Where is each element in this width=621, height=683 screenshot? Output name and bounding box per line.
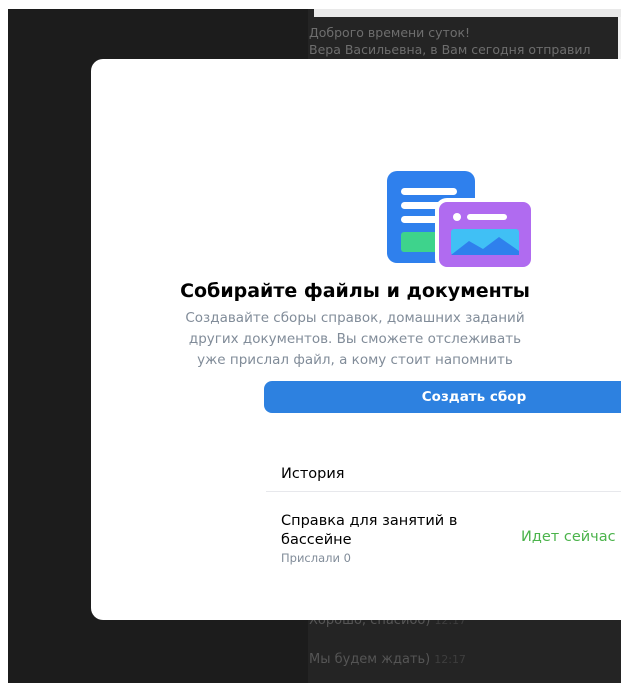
modal-title: Собирайте файлы и документы <box>180 280 530 302</box>
modal-description-line: других документов. Вы сможете отслеживат… <box>188 331 522 347</box>
documents-illustration-icon <box>387 171 537 271</box>
collect-files-modal: Собирайте файлы и документы Создавайте с… <box>91 59 621 620</box>
history-section-title: История <box>281 466 345 482</box>
chat-message: Мы будем ждать) 12:17 <box>309 652 466 667</box>
chat-message-text: Мы будем ждать) <box>309 652 431 667</box>
history-divider <box>266 491 621 492</box>
chat-message-line: Вера Васильевна, в Вам сегодня отправил <box>309 42 591 57</box>
history-item-subtitle: Прислали 0 <box>281 551 351 565</box>
history-item-title: Справка для занятий в бассейне <box>281 513 458 548</box>
modal-description-line: Создавайте сборы справок, домашних задан… <box>185 310 525 326</box>
modal-description: Создавайте сборы справок, домашних задан… <box>91 308 621 371</box>
history-item-status: Идет сейчас <box>521 529 616 545</box>
chat-header-strip <box>314 9 621 17</box>
chat-message-line: Доброго времени суток! <box>309 25 471 40</box>
create-collection-button[interactable]: Создать сбор <box>264 381 621 413</box>
modal-description-line: уже прислал файл, а кому стоит напомнить <box>197 352 513 368</box>
chat-message-time: 12:17 <box>434 653 466 666</box>
